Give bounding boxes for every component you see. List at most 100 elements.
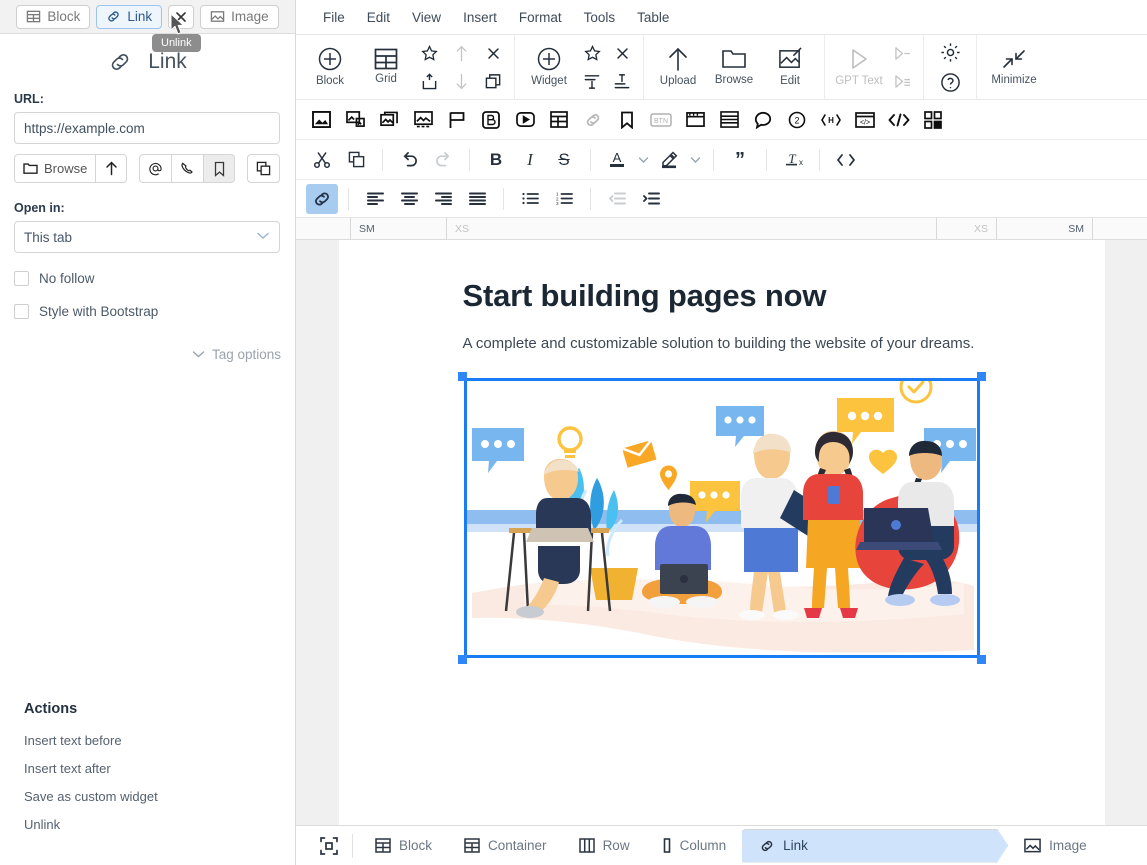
bootstrap-style-row[interactable]: Style with Bootstrap xyxy=(14,304,281,319)
insert-comment-icon[interactable] xyxy=(748,105,778,135)
bold-icon[interactable]: B xyxy=(480,145,512,175)
tag-options-toggle[interactable]: Tag options xyxy=(14,347,281,362)
highlight-icon[interactable] xyxy=(653,145,685,175)
breadcrumb-link[interactable]: Link xyxy=(742,829,1008,863)
menu-insert[interactable]: Insert xyxy=(452,6,508,29)
menu-edit[interactable]: Edit xyxy=(356,6,401,29)
email-link-button[interactable] xyxy=(139,154,173,183)
ruler-xs-left[interactable]: XS xyxy=(447,218,937,239)
insert-circle-two-icon[interactable]: 2 xyxy=(782,105,812,135)
strikethrough-icon[interactable]: S xyxy=(548,145,580,175)
no-follow-row[interactable]: No follow xyxy=(14,271,281,286)
favorite-block-button[interactable] xyxy=(417,42,441,64)
gear-icon[interactable] xyxy=(938,41,962,63)
duplicate-block-button[interactable] xyxy=(481,70,505,92)
resize-handle-bottom-right[interactable] xyxy=(976,655,986,664)
insert-accordion-icon[interactable] xyxy=(714,105,744,135)
selection-icon[interactable] xyxy=(306,836,352,856)
menu-tools[interactable]: Tools xyxy=(573,6,627,29)
remove-widget-button[interactable] xyxy=(610,42,634,64)
remove-block-button[interactable] xyxy=(481,42,505,64)
grid-button[interactable]: Grid xyxy=(358,35,414,99)
font-color-chevron-down-icon[interactable] xyxy=(635,156,651,164)
breadcrumb-block[interactable]: Block xyxy=(359,829,448,863)
quote-icon[interactable]: ” xyxy=(724,145,756,175)
browse-button[interactable]: Browse xyxy=(14,154,97,183)
selected-image-wrapper[interactable] xyxy=(457,372,986,664)
source-code-icon[interactable] xyxy=(830,145,862,175)
browse-button[interactable]: Browse xyxy=(706,35,762,99)
indent-icon[interactable] xyxy=(635,184,667,214)
insert-qr-icon[interactable] xyxy=(918,105,948,135)
bullet-list-icon[interactable] xyxy=(514,184,546,214)
outdent-icon[interactable] xyxy=(601,184,633,214)
menu-file[interactable]: File xyxy=(312,6,356,29)
insert-flag-icon[interactable] xyxy=(442,105,472,135)
insert-bootstrap-icon[interactable] xyxy=(476,105,506,135)
insert-bookmark-icon[interactable] xyxy=(612,105,642,135)
copy-icon[interactable] xyxy=(340,145,372,175)
font-color-icon[interactable]: A xyxy=(601,145,633,175)
align-right-icon[interactable] xyxy=(427,184,459,214)
breadcrumb-column[interactable]: Column xyxy=(646,829,743,863)
move-block-down-button[interactable] xyxy=(449,70,473,92)
insert-code-icon[interactable] xyxy=(884,105,914,135)
redo-icon[interactable] xyxy=(427,145,459,175)
gpt-line-button[interactable] xyxy=(890,42,914,64)
breadcrumb-row[interactable]: Row xyxy=(563,829,646,863)
upload-button[interactable] xyxy=(95,154,128,183)
no-follow-checkbox[interactable] xyxy=(14,271,29,286)
anchor-link-button[interactable] xyxy=(203,154,236,183)
question-circle-icon[interactable] xyxy=(938,71,962,93)
page-heading[interactable]: Start building pages now xyxy=(463,278,981,314)
link-tool-button[interactable] xyxy=(306,183,338,214)
sidebar-tab-block[interactable]: Block xyxy=(16,4,91,29)
insert-gallery-icon[interactable] xyxy=(408,105,438,135)
action-unlink[interactable]: Unlink xyxy=(24,817,272,832)
action-insert-text-before[interactable]: Insert text before xyxy=(24,733,272,748)
insert-html-tag-icon[interactable]: H xyxy=(816,105,846,135)
breadcrumb-image[interactable]: Image xyxy=(1008,829,1103,863)
align-top-widget-button[interactable] xyxy=(580,70,604,92)
url-input[interactable] xyxy=(14,112,280,144)
menu-table[interactable]: Table xyxy=(626,6,680,29)
highlight-chevron-down-icon[interactable] xyxy=(687,156,703,164)
clear-format-icon[interactable]: Tx xyxy=(777,145,809,175)
insert-button-icon[interactable]: BTN xyxy=(646,105,676,135)
open-in-select[interactable]: This tab xyxy=(14,221,280,253)
page-paragraph[interactable]: A complete and customizable solution to … xyxy=(463,332,981,356)
menu-format[interactable]: Format xyxy=(508,6,573,29)
upload-button[interactable]: Upload xyxy=(650,35,706,99)
undo-icon[interactable] xyxy=(393,145,425,175)
action-save-custom-widget[interactable]: Save as custom widget xyxy=(24,789,272,804)
editor-canvas[interactable]: Start building pages now A complete and … xyxy=(296,240,1147,825)
bootstrap-style-checkbox[interactable] xyxy=(14,304,29,319)
gpt-lines-button[interactable] xyxy=(890,70,914,92)
resize-handle-top-left[interactable] xyxy=(457,372,467,381)
resize-handle-top-right[interactable] xyxy=(976,372,986,381)
cut-icon[interactable] xyxy=(306,145,338,175)
insert-image-icon[interactable] xyxy=(306,105,336,135)
menu-view[interactable]: View xyxy=(401,6,452,29)
insert-link-icon[interactable] xyxy=(578,105,608,135)
insert-widget-button[interactable]: Widget xyxy=(521,35,577,99)
insert-video-icon[interactable] xyxy=(510,105,540,135)
page-document[interactable]: Start building pages now A complete and … xyxy=(338,240,1105,825)
favorite-widget-button[interactable] xyxy=(580,42,604,64)
insert-modal-icon[interactable] xyxy=(680,105,710,135)
insert-image-settings-icon[interactable] xyxy=(340,105,370,135)
copy-url-button[interactable] xyxy=(247,154,281,183)
ruler-sm-left[interactable]: SM xyxy=(351,218,447,239)
italic-icon[interactable]: I xyxy=(514,145,546,175)
numbered-list-icon[interactable]: 123 xyxy=(548,184,580,214)
resize-handle-bottom-left[interactable] xyxy=(457,655,467,664)
phone-link-button[interactable] xyxy=(171,154,205,183)
action-insert-text-after[interactable]: Insert text after xyxy=(24,761,272,776)
ruler-xs-right[interactable]: XS xyxy=(937,218,997,239)
edit-image-button[interactable]: Edit xyxy=(762,35,818,99)
ruler-sm-right[interactable]: SM xyxy=(997,218,1093,239)
align-justify-icon[interactable] xyxy=(461,184,493,214)
align-bottom-widget-button[interactable] xyxy=(610,70,634,92)
insert-embed-box-icon[interactable]: </> xyxy=(850,105,880,135)
gpt-text-button[interactable]: GPT Text xyxy=(831,35,887,99)
